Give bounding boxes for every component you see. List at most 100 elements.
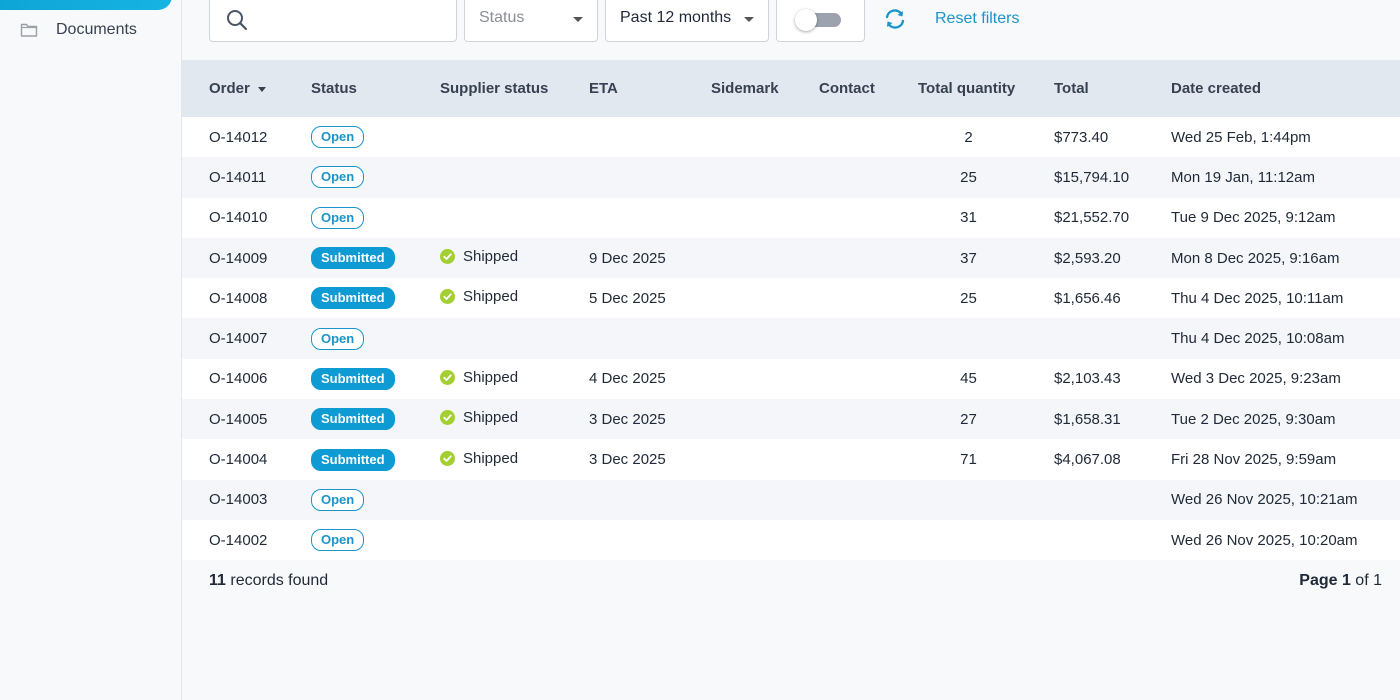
cell-eta [589,198,711,238]
cell-total: $1,658.31 [1054,410,1121,428]
cell-total-quantity: 31 [960,209,977,227]
cell-contact [819,157,918,197]
column-header-contact[interactable]: Contact [819,60,918,117]
status-badge: Submitted [311,287,395,310]
table-row[interactable]: O-14009 Submitted Shipped 9 Dec 2025 37 $2,59… [182,237,1400,279]
column-header-label: Order [209,80,250,97]
supplier-status: Shipped [440,409,518,426]
cell-total-quantity: 25 [960,168,977,186]
sidebar-item-documents[interactable]: Documents [20,18,137,42]
cell-sidemark [711,238,819,278]
date-range-select[interactable]: Past 12 months [605,0,769,42]
status-badge: Submitted [311,367,395,390]
chevron-down-icon [573,17,583,22]
page-current: 1 [1341,572,1351,589]
cell-supplier-status: Shipped [440,278,589,318]
supplier-status: Shipped [440,450,518,467]
supplier-status-label: Shipped [463,368,519,386]
cell-status: Open [311,117,440,157]
search-box[interactable] [209,0,457,42]
column-header-status[interactable]: Status [311,60,440,117]
status-badge: Submitted [311,408,395,431]
cell-total-quantity: 2 [964,128,973,146]
cell-contact [819,520,918,560]
supplier-status: Shipped [440,369,518,386]
cell-supplier-status [440,318,589,358]
cell-total: $2,593.20 [1054,249,1121,267]
cell-order[interactable]: O-14009 [182,238,311,278]
cell-order[interactable]: O-14010 [182,198,311,238]
supplier-status-label: Shipped [463,288,519,306]
cell-sidemark [711,157,819,197]
table-row[interactable]: O-14004 Submitted Shipped 3 Dec 2025 71 $4,06… [182,439,1400,480]
table-row[interactable]: O-14006 Submitted Shipped 4 Dec 2025 45 $2,10… [182,358,1400,400]
cell-status: Open [311,480,440,520]
cell-contact [819,399,918,439]
cell-sidemark [711,318,819,358]
column-header-order[interactable]: Order [182,60,311,117]
cell-order[interactable]: O-14002 [182,520,311,560]
cell-date-created: Wed 3 Dec 2025, 9:23am [1171,370,1341,388]
status-filter-select[interactable]: Status [464,0,598,42]
column-header-sidemark[interactable]: Sidemark [711,60,819,117]
column-header-date-created[interactable]: Date created [1171,60,1400,117]
column-header-total-quantity[interactable]: Total quantity [918,60,1054,117]
reset-filters-link[interactable]: Reset filters [935,10,1019,28]
table-row[interactable]: O-14005 Submitted Shipped 3 Dec 2025 27 $1,65… [182,399,1400,440]
check-circle-icon [440,369,455,385]
supplier-status-label: Shipped [463,449,519,467]
table-row[interactable]: O-14012 Open 2 $773.40 Wed 25 Feb, 1:44pm [182,117,1400,158]
sidebar: Documents [0,0,182,700]
cell-total-quantity [918,318,1054,358]
column-header-supplier-status[interactable]: Supplier status [440,60,589,117]
toggle-knob [795,9,817,31]
cell-eta [589,157,711,197]
cell-total-quantity [918,480,1054,520]
table-footer: 11 records found Page 1 of 1 [182,560,1400,600]
cell-eta: 9 Dec 2025 [589,249,666,267]
cell-date-created: Thu 4 Dec 2025, 10:11am [1171,289,1344,307]
cell-order[interactable]: O-14011 [182,157,311,197]
search-input[interactable] [258,7,448,31]
cell-order[interactable]: O-14003 [182,480,311,520]
cell-date-created: Fri 28 Nov 2025, 9:59am [1171,451,1337,469]
cell-contact [819,117,918,157]
pagination-info: Page 1 of 1 [1299,572,1382,590]
column-header-eta[interactable]: ETA [589,60,711,117]
table-row[interactable]: O-14007 Open Thu 4 Dec 2025, 10:08am [182,318,1400,359]
status-badge: Open [311,206,365,229]
cell-order[interactable]: O-14004 [182,439,311,479]
search-icon [226,9,248,31]
cell-supplier-status: Shipped [440,439,589,479]
cell-total [1054,480,1171,520]
sidebar-active-item[interactable] [0,0,172,10]
cell-date-created: Mon 8 Dec 2025, 9:16am [1171,249,1340,267]
cell-date-created: Tue 2 Dec 2025, 9:30am [1171,410,1336,428]
cell-total: $21,552.70 [1054,209,1130,227]
table-row[interactable]: O-14010 Open 31 $21,552.70 Tue 9 Dec 2025, 9… [182,197,1400,238]
cell-date-created: Mon 19 Jan, 11:12am [1171,168,1315,186]
records-count: 11 records found [209,572,328,590]
cell-order[interactable]: O-14006 [182,359,311,399]
check-circle-icon [440,249,455,265]
cell-status: Submitted [311,359,440,399]
cell-order[interactable]: O-14008 [182,278,311,318]
table-row[interactable]: O-14003 Open Wed 26 Nov 2025, 10:21am [182,479,1400,520]
cell-sidemark [711,439,819,479]
cell-order[interactable]: O-14012 [182,117,311,157]
cell-total-quantity: 25 [960,289,977,307]
page-of: of [1350,572,1374,589]
refresh-icon[interactable] [883,8,907,30]
column-header-total[interactable]: Total [1054,60,1171,117]
cell-total [1054,520,1171,560]
table-row[interactable]: O-14008 Submitted Shipped 5 Dec 2025 25 $1,65… [182,278,1400,319]
table-row[interactable]: O-14011 Open 25 $15,794.10 Mon 19 Jan, 11:12… [182,157,1400,198]
cell-sidemark [711,198,819,238]
cell-order[interactable]: O-14005 [182,399,311,439]
cell-status: Open [311,157,440,197]
supplier-status-label: Shipped [463,409,519,427]
table-row[interactable]: O-14002 Open Wed 26 Nov 2025, 10:20am [182,519,1400,561]
filter-toggle[interactable] [776,0,865,42]
chevron-down-icon [744,17,754,22]
cell-order[interactable]: O-14007 [182,318,311,358]
